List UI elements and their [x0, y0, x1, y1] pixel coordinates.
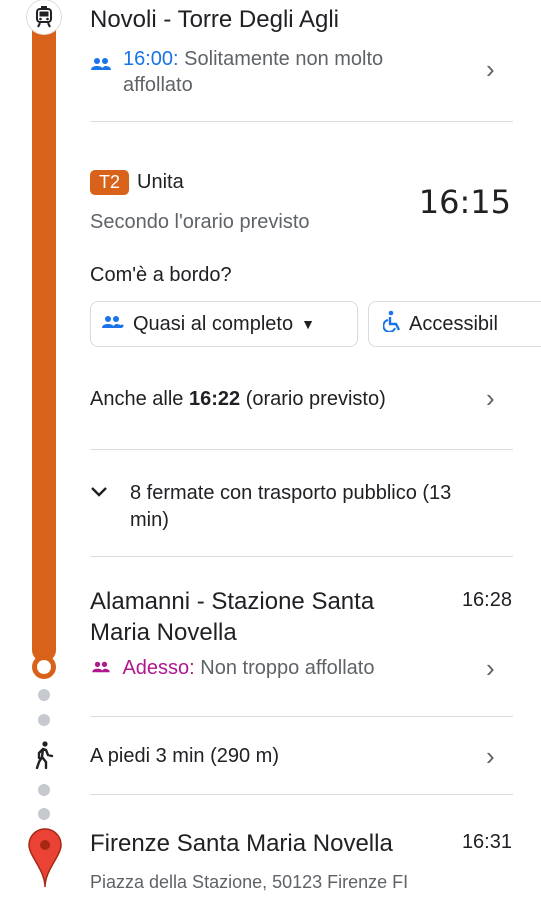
route-line — [32, 22, 56, 662]
accessibility-chip-label: Accessibil — [409, 312, 498, 335]
chevron-right-icon[interactable]: › — [486, 56, 495, 82]
alight-stop-marker — [32, 655, 56, 679]
chevron-right-icon[interactable]: › — [486, 655, 495, 681]
destination-time: 16:31 — [461, 831, 512, 853]
depart-time: 16:15 — [418, 183, 511, 221]
chevron-right-icon[interactable]: › — [486, 385, 495, 411]
also-at-row[interactable]: Anche alle 16:22 (orario previsto) — [90, 388, 480, 411]
also-at-time: 16:22 — [188, 388, 241, 410]
divider — [90, 449, 513, 450]
walk-dot — [38, 714, 50, 726]
crowd-chip-label: Quasi al completo — [133, 312, 294, 335]
divider — [90, 556, 513, 557]
crowd-text-1: Solitamente non molto — [184, 48, 384, 70]
stops-summary-2: min) — [130, 509, 169, 531]
onboard-question: Com'è a bordo? — [90, 264, 232, 286]
crowd-time: 16:00: — [123, 48, 179, 70]
people-icon — [101, 313, 125, 336]
crowd-text-2: affollato — [123, 74, 193, 96]
location-pin-icon — [27, 828, 63, 893]
also-at-suffix: (orario previsto) — [245, 388, 386, 410]
walk-text[interactable]: A piedi 3 min (290 m) — [90, 745, 279, 768]
tram-icon — [27, 0, 61, 34]
stops-summary-1: 8 fermate con trasporto pubblico (13 — [130, 482, 452, 504]
crowd-chip[interactable]: Quasi al completo ▼ — [90, 301, 358, 347]
walk-dot — [38, 784, 50, 796]
people-icon — [90, 56, 112, 77]
destination-name: Firenze Santa Maria Novella — [90, 830, 393, 857]
live-text: Non troppo affollato — [200, 657, 375, 679]
first-stop-name: Novoli - Torre Degli Agli — [90, 6, 339, 33]
also-at-prefix: Anche alle — [90, 388, 184, 410]
schedule-note: Secondo l'orario previsto — [90, 211, 310, 233]
people-icon — [90, 657, 118, 680]
destination-address: Piazza della Stazione, 50123 Firenze FI — [90, 872, 409, 892]
live-crowd-row[interactable]: Adesso: Non troppo affollato — [90, 657, 480, 680]
walking-icon — [34, 741, 54, 774]
alight-stop-name-1: Alamanni - Stazione Santa — [90, 588, 375, 615]
walk-dot — [38, 808, 50, 820]
live-label: Adesso: — [122, 657, 195, 679]
accessibility-icon — [382, 310, 401, 338]
line-name: Unita — [137, 171, 184, 193]
divider — [90, 716, 513, 717]
divider — [90, 121, 513, 122]
line-badge: T2 — [90, 170, 130, 195]
alight-time: 16:28 — [461, 589, 512, 611]
intermediate-stops-toggle[interactable]: 8 fermate con trasporto pubblico (13 min… — [90, 482, 510, 534]
alight-stop-name-2: Maria Novella — [90, 619, 237, 646]
chevron-down-icon — [90, 482, 108, 503]
divider — [90, 794, 513, 795]
chevron-right-icon[interactable]: › — [486, 743, 495, 769]
alight-stop-name: Alamanni - Stazione Santa Maria Novella — [90, 586, 374, 648]
dropdown-arrow-icon: ▼ — [301, 316, 315, 332]
accessibility-chip[interactable]: Accessibil — [368, 301, 541, 347]
first-stop-crowd-row[interactable]: 16:00: Solitamente non molto affollato — [90, 46, 470, 98]
walk-dot — [38, 689, 50, 701]
